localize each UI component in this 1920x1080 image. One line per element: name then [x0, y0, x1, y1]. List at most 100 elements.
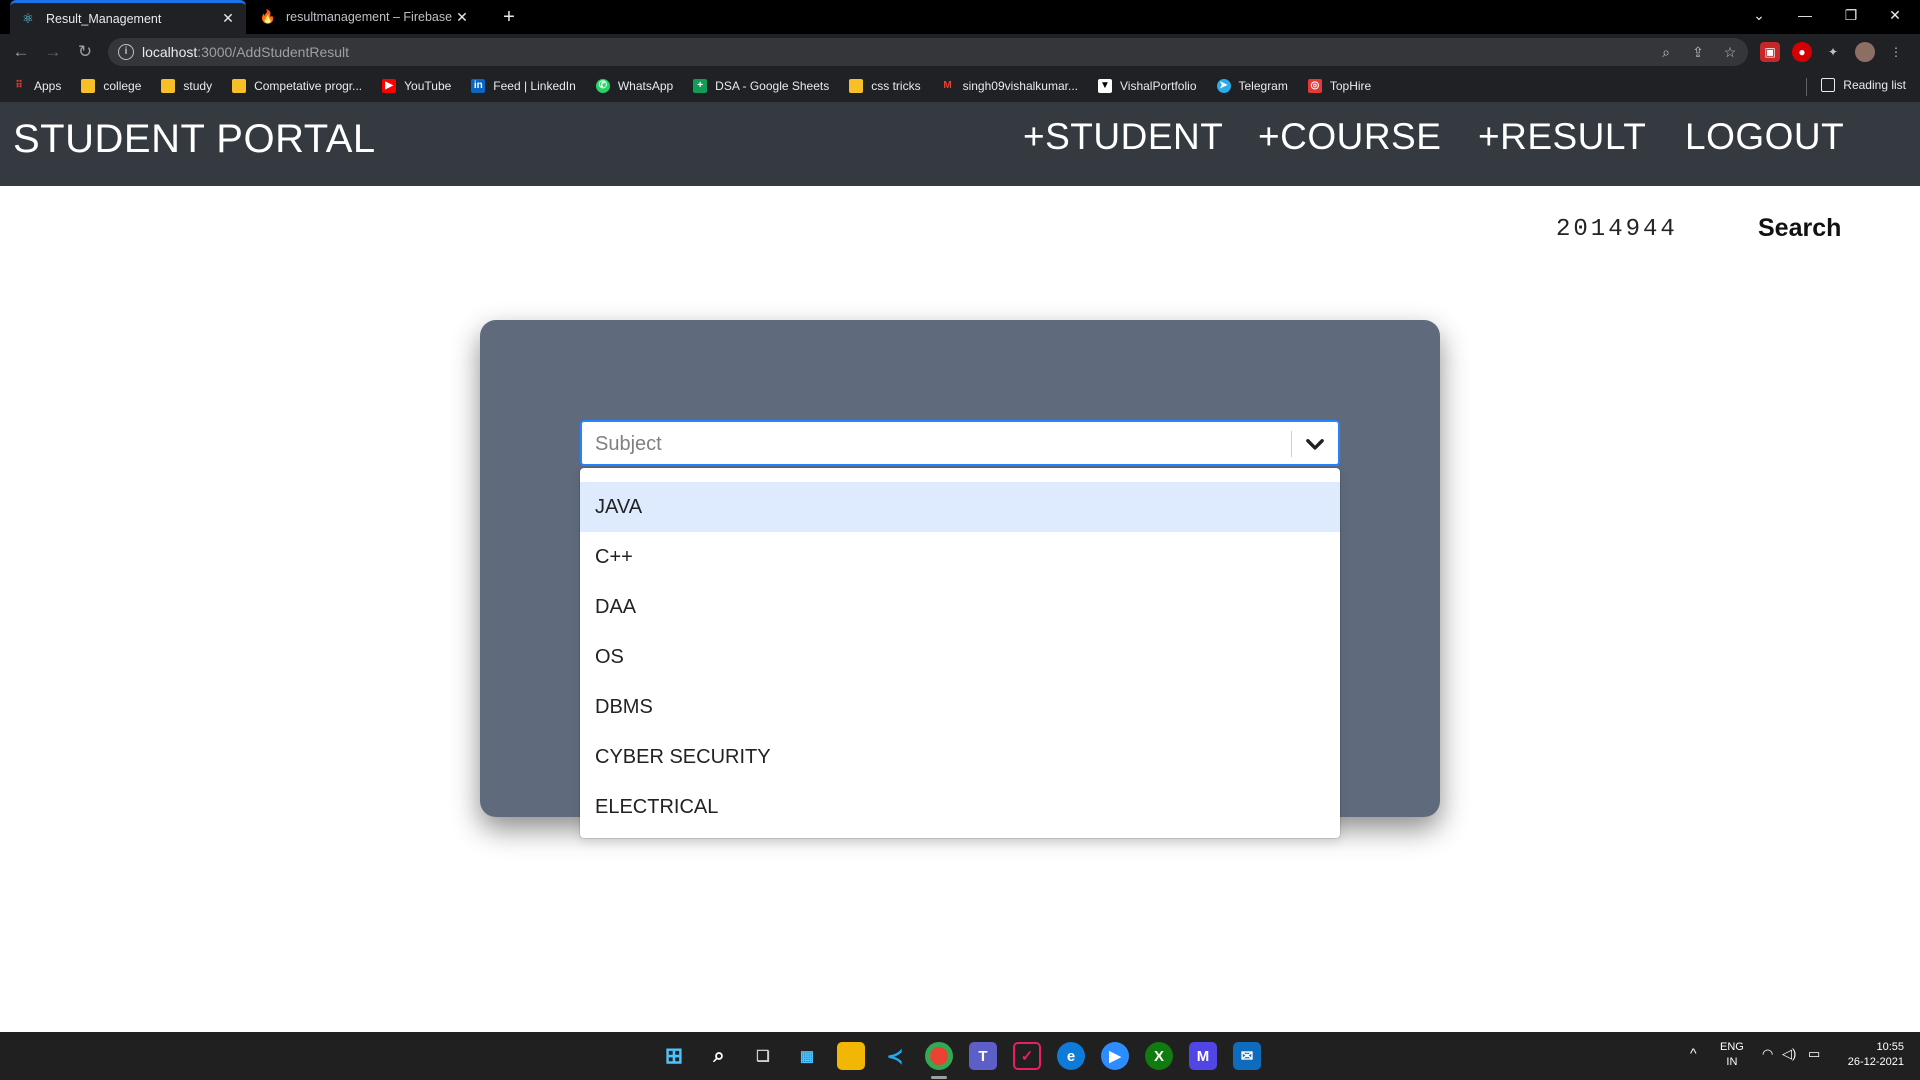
tophire-icon: ◎ — [1307, 79, 1322, 93]
indicator-separator — [1291, 431, 1292, 457]
telegram-icon: ➤ — [1216, 79, 1231, 93]
google-sheets-icon: + — [693, 79, 708, 93]
option-electrical[interactable]: ELECTRICAL — [580, 782, 1340, 832]
zoom-app-icon[interactable]: ▶ — [1101, 1042, 1129, 1070]
bookmark-dsa-sheets[interactable]: + DSA - Google Sheets — [693, 79, 829, 93]
bookmark-apps[interactable]: ⠿ Apps — [12, 79, 61, 93]
nav-add-student[interactable]: +STUDENT — [1023, 116, 1223, 158]
whatsapp-icon: ✆ — [595, 79, 610, 93]
option-java[interactable]: JAVA — [580, 482, 1340, 532]
chevron-up-icon[interactable]: ^ — [1690, 1046, 1697, 1061]
address-bar[interactable]: i localhost:3000/AddStudentResult ⌕ ⇪ ☆ — [108, 38, 1748, 66]
chrome-icon[interactable] — [925, 1042, 953, 1070]
share-icon[interactable]: ⇪ — [1688, 43, 1708, 61]
youtube-icon: ▶ — [382, 79, 397, 93]
firebase-icon: 🔥 — [259, 9, 277, 24]
bookmark-css-tricks[interactable]: css tricks — [849, 79, 921, 93]
bookmark-youtube[interactable]: ▶ YouTube — [382, 79, 451, 93]
linkedin-icon: in — [471, 79, 486, 93]
bookmark-competative[interactable]: Competative progr... — [232, 79, 362, 93]
bookmark-star-icon[interactable]: ☆ — [1720, 43, 1740, 61]
tab-search-icon[interactable]: ⌄ — [1737, 0, 1781, 30]
bookmark-study[interactable]: study — [161, 79, 212, 93]
folder-icon — [849, 79, 864, 93]
new-tab-button[interactable]: + — [496, 4, 522, 30]
restore-icon[interactable]: ❐ — [1829, 0, 1873, 30]
tab-title: Result_Management — [46, 11, 162, 26]
edge-icon[interactable]: e — [1057, 1042, 1085, 1070]
bookmark-whatsapp[interactable]: ✆ WhatsApp — [595, 79, 673, 93]
app-icon[interactable]: M — [1189, 1042, 1217, 1070]
bookmark-linkedin[interactable]: in Feed | LinkedIn — [471, 79, 576, 93]
student-id-input[interactable]: 2014944 — [1556, 216, 1678, 243]
search-button[interactable]: Search — [1758, 214, 1841, 243]
extension-icon[interactable]: ● — [1792, 42, 1812, 62]
nav-logout[interactable]: LOGOUT — [1685, 116, 1844, 158]
subject-select[interactable]: Subject — [580, 420, 1340, 466]
react-icon: ⚛ — [22, 10, 34, 26]
zoom-icon[interactable]: ⌕ — [1656, 43, 1676, 61]
bookmark-gmail[interactable]: Msingh09vishalkumar... — [941, 79, 1078, 93]
close-window-icon[interactable]: ✕ — [1873, 0, 1917, 30]
wifi-icon[interactable]: ◠ — [1762, 1046, 1773, 1061]
browser-tab-strip: ⚛ Result_Management ✕ 🔥 resultmanagement… — [0, 0, 1920, 34]
back-icon[interactable]: ← — [8, 40, 34, 64]
vscode-icon[interactable]: ≺ — [881, 1042, 909, 1070]
clock[interactable]: 10:55 26-12-2021 — [1840, 1040, 1904, 1070]
menu-kebab-icon[interactable]: ⋮ — [1886, 42, 1906, 62]
gmail-icon: M — [943, 80, 952, 91]
url-text: localhost:3000/AddStudentResult — [142, 44, 350, 60]
apps-grid-icon: ⠿ — [15, 80, 23, 91]
teams-icon[interactable]: T — [969, 1042, 997, 1070]
chevron-down-icon[interactable] — [1302, 431, 1328, 457]
brand-title[interactable]: STUDENT PORTAL — [13, 117, 376, 162]
task-view-icon[interactable]: ❏ — [749, 1042, 777, 1070]
reading-list-icon — [1821, 78, 1836, 92]
app-icon[interactable]: ✓ — [1013, 1042, 1041, 1070]
extension-icon[interactable]: ▣ — [1760, 42, 1780, 62]
file-explorer-icon[interactable] — [837, 1042, 865, 1070]
windows-taskbar: ⊞ ⌕ ❏ ▦ ≺ T ✓ e ▶ X M ✉ ^ ENG IN ◠ ◁) ▭ … — [0, 1032, 1920, 1080]
language-indicator[interactable]: ENG IN — [1720, 1040, 1744, 1070]
subject-placeholder: Subject — [595, 433, 662, 455]
minimize-icon[interactable]: — — [1783, 0, 1827, 30]
folder-icon — [161, 79, 176, 93]
battery-icon[interactable]: ▭ — [1808, 1046, 1820, 1061]
subject-dropdown-menu: JAVA C++ DAA OS DBMS CYBER SECURITY ELEC… — [580, 468, 1340, 838]
nav-add-result[interactable]: +RESULT — [1478, 116, 1646, 158]
bookmark-college[interactable]: college — [81, 79, 141, 93]
option-daa[interactable]: DAA — [580, 582, 1340, 632]
bookmark-portfolio[interactable]: ▼ VishalPortfolio — [1098, 79, 1197, 93]
volume-icon[interactable]: ◁) — [1782, 1046, 1796, 1061]
site-info-icon[interactable]: i — [118, 44, 134, 60]
tab-title: resultmanagement – Firebase co — [286, 10, 454, 24]
search-icon[interactable]: ⌕ — [705, 1042, 733, 1070]
bookmark-telegram[interactable]: ➤ Telegram — [1216, 79, 1288, 93]
bookmarks-separator — [1806, 78, 1807, 96]
option-cyber-security[interactable]: CYBER SECURITY — [580, 732, 1340, 782]
option-dbms[interactable]: DBMS — [580, 682, 1340, 732]
folder-icon — [81, 79, 96, 93]
tab-firebase[interactable]: 🔥 resultmanagement – Firebase co ✕ — [250, 0, 480, 34]
tab-result-management[interactable]: ⚛ Result_Management ✕ — [10, 0, 246, 34]
extensions-puzzle-icon[interactable]: ✦ — [1823, 42, 1843, 62]
mail-icon[interactable]: ✉ — [1233, 1042, 1261, 1070]
xbox-icon[interactable]: X — [1145, 1042, 1173, 1070]
option-os[interactable]: OS — [580, 632, 1340, 682]
option-cpp[interactable]: C++ — [580, 532, 1340, 582]
active-app-indicator — [931, 1076, 947, 1079]
browser-toolbar: ← → ↻ i localhost:3000/AddStudentResult … — [0, 34, 1920, 70]
widgets-icon[interactable]: ▦ — [793, 1042, 821, 1070]
close-tab-icon[interactable]: ✕ — [454, 9, 470, 26]
reload-icon[interactable]: ↻ — [72, 40, 98, 64]
forward-icon[interactable]: → — [40, 40, 66, 64]
start-windows-icon[interactable]: ⊞ — [660, 1042, 688, 1070]
nav-add-course[interactable]: +COURSE — [1258, 116, 1441, 158]
bookmark-tophire[interactable]: ◎ TopHire — [1307, 79, 1371, 93]
close-tab-icon[interactable]: ✕ — [220, 10, 236, 27]
folder-icon — [232, 79, 247, 93]
app-navbar: STUDENT PORTAL +STUDENT +COURSE +RESULT … — [0, 102, 1920, 186]
reading-list-button[interactable]: Reading list — [1821, 78, 1906, 92]
profile-avatar[interactable] — [1855, 42, 1875, 62]
bookmarks-bar: ⠿ Apps college study Competative progr...… — [0, 70, 1920, 102]
